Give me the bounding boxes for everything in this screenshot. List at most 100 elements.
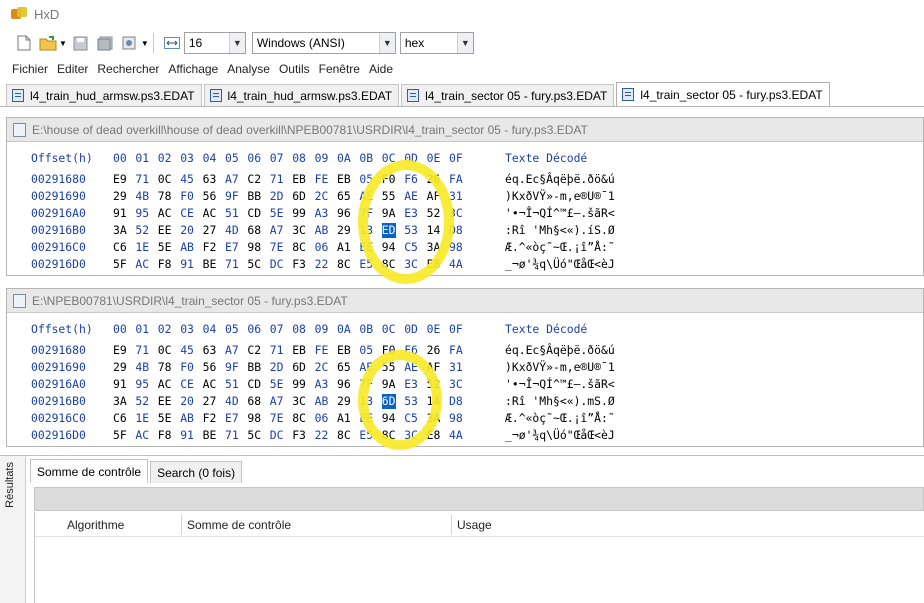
hex-byte[interactable]: 3C [404, 257, 418, 272]
hex-byte[interactable]: 4B [135, 189, 149, 204]
hex-byte[interactable]: EB [337, 343, 351, 358]
hex-byte[interactable]: 4A [449, 257, 463, 272]
hex-byte[interactable]: 3A [113, 394, 127, 409]
hex-byte[interactable]: 71 [225, 257, 239, 272]
decoded-text[interactable]: Æ.^«òç˜~Œ.¡î”Å:˜ [505, 240, 615, 255]
hex-byte[interactable]: 5F [113, 257, 127, 272]
hex-byte[interactable]: F0 [382, 343, 396, 358]
menu-fichier[interactable]: Fichier [12, 62, 48, 76]
hex-byte[interactable]: 56 [203, 360, 217, 375]
hex-byte[interactable]: 4D [225, 394, 239, 409]
hex-byte[interactable]: CE [180, 206, 194, 221]
hex-byte[interactable]: 53 [404, 223, 418, 238]
hex-byte[interactable]: 3A [427, 411, 441, 426]
hex-byte[interactable]: 9F [225, 360, 239, 375]
hex-byte[interactable]: 78 [158, 360, 172, 375]
decoded-text[interactable]: Æ.^«òç˜~Œ.¡î”Å:˜ [505, 411, 615, 426]
hex-byte[interactable]: 51 [225, 206, 239, 221]
hex-byte[interactable]: FE [315, 343, 329, 358]
hex-byte[interactable]: FA [449, 343, 463, 358]
hex-byte[interactable]: 9A [382, 377, 396, 392]
hex-byte[interactable]: F2 [203, 240, 217, 255]
hex-byte[interactable]: AF [427, 360, 441, 375]
hex-byte[interactable]: 31 [449, 360, 463, 375]
hex-byte[interactable]: C2 [247, 172, 261, 187]
hex-byte[interactable]: 63 [203, 172, 217, 187]
hex-byte[interactable]: 05 [359, 172, 373, 187]
charset-select[interactable]: Windows (ANSI) ▼ [251, 32, 396, 54]
hex-byte[interactable]: CD [247, 377, 261, 392]
hex-byte[interactable]: 55 [382, 360, 396, 375]
hex-byte[interactable]: 3A [113, 223, 127, 238]
hex-byte[interactable]: 22 [315, 257, 329, 272]
hex-byte[interactable]: 45 [180, 343, 194, 358]
column-header-checksum[interactable]: Somme de contrôle [187, 515, 291, 535]
hex-byte[interactable]: F6 [404, 343, 418, 358]
hex-byte[interactable]: A1 [337, 240, 351, 255]
hex-byte[interactable]: CE [180, 377, 194, 392]
hex-byte[interactable]: 8C [382, 428, 396, 443]
hex-byte[interactable]: F0 [180, 360, 194, 375]
hex-byte[interactable]: C5 [404, 240, 418, 255]
hex-byte[interactable]: C5 [404, 411, 418, 426]
hex-byte[interactable]: 7F [359, 377, 373, 392]
new-file-icon[interactable] [14, 33, 34, 53]
column-divider[interactable] [181, 515, 182, 535]
hex-byte[interactable]: AB [315, 394, 329, 409]
open-folder-icon[interactable] [38, 33, 58, 53]
hex-byte[interactable]: E7 [225, 411, 239, 426]
hex-byte[interactable]: AE [359, 360, 373, 375]
hex-byte[interactable]: A7 [270, 394, 284, 409]
hex-byte[interactable]: E3 [404, 206, 418, 221]
hex-byte[interactable]: 4B [135, 360, 149, 375]
hex-byte[interactable]: E5 [359, 428, 373, 443]
hex-byte[interactable]: 3A [427, 240, 441, 255]
decoded-text[interactable]: _¬ø'¾q\Üó"ŒåŒ<èJ [505, 257, 615, 272]
chevron-down-icon[interactable]: ▼ [456, 33, 473, 53]
hex-byte[interactable]: 29 [113, 360, 127, 375]
hex-byte[interactable]: AC [135, 257, 149, 272]
menu-outils[interactable]: Outils [279, 62, 310, 76]
hex-byte[interactable]: 98 [247, 411, 261, 426]
hex-byte[interactable]: 98 [449, 411, 463, 426]
hex-byte[interactable]: D8 [449, 394, 463, 409]
hex-byte[interactable]: EE [158, 394, 172, 409]
hex-byte[interactable]: 5E [158, 411, 172, 426]
decoded-text[interactable]: éq.Ec§Âqëþë.ðö&ú [505, 343, 615, 358]
hex-byte[interactable]: E9 [113, 343, 127, 358]
hex-byte[interactable]: 3C [449, 206, 463, 221]
hex-byte[interactable]: C6 [113, 411, 127, 426]
hex-byte[interactable]: 20 [180, 223, 194, 238]
hex-byte[interactable]: EB [292, 343, 306, 358]
hex-byte[interactable]: 71 [135, 343, 149, 358]
hex-byte[interactable]: 95 [135, 206, 149, 221]
hex-byte[interactable]: 05 [359, 343, 373, 358]
hex-byte[interactable]: D8 [449, 223, 463, 238]
hex-byte[interactable]: EE [359, 240, 373, 255]
hex-byte[interactable]: 91 [113, 377, 127, 392]
hex-byte[interactable]: 63 [203, 343, 217, 358]
hex-byte[interactable]: 91 [113, 206, 127, 221]
menu-affichage[interactable]: Affichage [168, 62, 218, 76]
hex-byte[interactable]: 7E [270, 240, 284, 255]
hex-byte[interactable]: 14 [427, 394, 441, 409]
hex-byte[interactable]: EE [359, 411, 373, 426]
hex-byte[interactable]: AB [180, 411, 194, 426]
hex-byte[interactable]: E8 [427, 257, 441, 272]
hex-byte[interactable]: 31 [449, 189, 463, 204]
hex-byte[interactable]: EB [292, 172, 306, 187]
hex-byte[interactable]: 52 [135, 394, 149, 409]
hex-byte[interactable]: 13 [359, 223, 373, 238]
hex-byte[interactable]: A3 [315, 206, 329, 221]
hex-byte[interactable]: 6D [292, 360, 306, 375]
hex-byte[interactable]: 29 [113, 189, 127, 204]
hex-byte[interactable]: 68 [247, 394, 261, 409]
hex-byte[interactable]: 65 [337, 189, 351, 204]
hex-byte[interactable]: 29 [337, 223, 351, 238]
hex-byte[interactable]: AE [359, 189, 373, 204]
hex-byte[interactable]: 2C [315, 360, 329, 375]
hex-byte[interactable]: DC [270, 257, 284, 272]
hex-byte[interactable]: F8 [158, 428, 172, 443]
hex-byte[interactable]: 22 [315, 428, 329, 443]
decoded-text[interactable]: :Rî 'Mh§<«).mS.Ø [505, 394, 615, 409]
